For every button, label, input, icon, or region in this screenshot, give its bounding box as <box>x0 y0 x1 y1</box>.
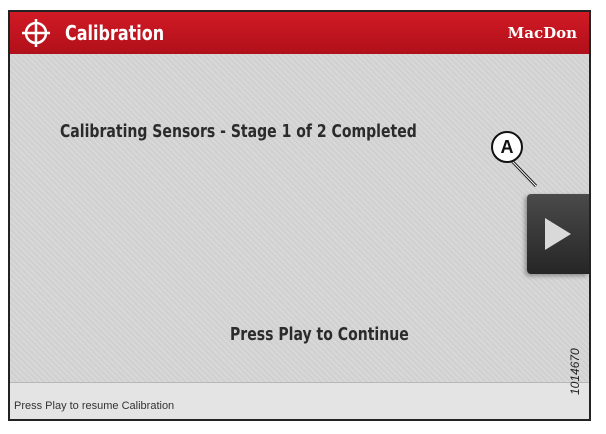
continue-instruction: Press Play to Continue <box>230 324 409 345</box>
callout-marker-a: A <box>491 131 523 163</box>
brand-logo: MacDon <box>507 24 577 42</box>
page-title: Calibration <box>65 21 165 45</box>
figure-id: 1014670 <box>568 348 582 395</box>
play-button[interactable] <box>527 194 589 274</box>
calibration-screen: Calibration MacDon Calibrating Sensors -… <box>8 10 591 421</box>
status-bar: Press Play to resume Calibration <box>10 382 589 419</box>
status-text: Press Play to resume Calibration <box>14 400 175 412</box>
title-bar: Calibration MacDon <box>10 12 589 54</box>
calibration-stage-message: Calibrating Sensors - Stage 1 of 2 Compl… <box>60 121 417 142</box>
crosshair-icon <box>22 19 50 47</box>
play-icon <box>545 218 571 250</box>
content-area: Calibrating Sensors - Stage 1 of 2 Compl… <box>10 54 589 383</box>
